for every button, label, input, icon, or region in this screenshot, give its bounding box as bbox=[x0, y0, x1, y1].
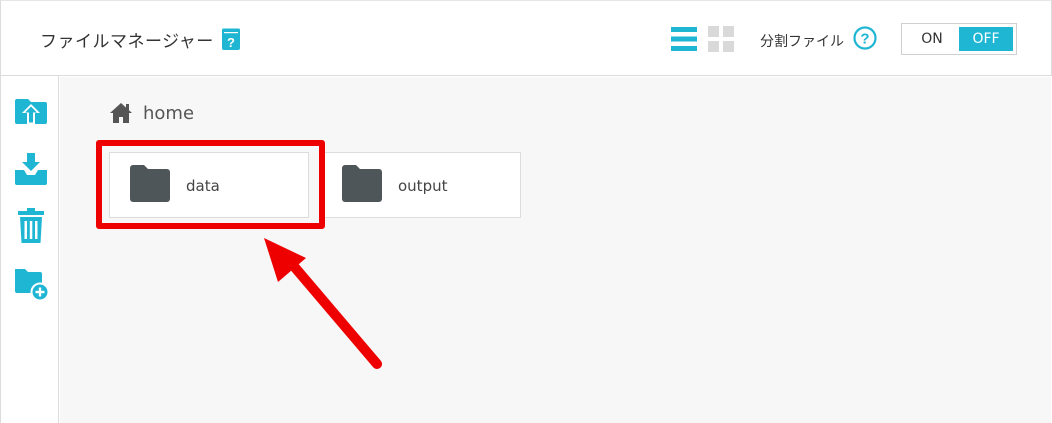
upload-folder-icon[interactable] bbox=[13, 91, 49, 129]
grid-view-icon[interactable] bbox=[708, 26, 734, 52]
header-bar: ファイルマネージャー ? 分割ファイル ? ON OFF bbox=[0, 0, 1052, 76]
folder-name: data bbox=[186, 177, 220, 195]
sidebar-toolbar bbox=[0, 76, 59, 423]
download-tray-icon[interactable] bbox=[13, 150, 49, 188]
svg-text:?: ? bbox=[227, 35, 235, 50]
folder-icon bbox=[342, 165, 382, 202]
svg-text:?: ? bbox=[860, 31, 869, 48]
split-file-toggle[interactable]: ON OFF bbox=[901, 23, 1017, 55]
split-file-label: 分割ファイル bbox=[760, 34, 844, 50]
breadcrumb[interactable]: home bbox=[109, 101, 194, 125]
folder-item-data[interactable]: data bbox=[109, 152, 309, 218]
file-browser-area: home data output bbox=[60, 77, 1051, 423]
folder-name: output bbox=[398, 177, 448, 195]
page-title: ファイルマネージャー bbox=[40, 32, 214, 52]
folder-icon bbox=[130, 165, 170, 202]
file-manager-app: ファイルマネージャー ? 分割ファイル ? ON OFF home data o… bbox=[0, 0, 1052, 423]
help-circle-icon[interactable]: ? bbox=[853, 26, 877, 50]
toggle-on-option[interactable]: ON bbox=[905, 27, 959, 51]
breadcrumb-label: home bbox=[143, 102, 195, 124]
toggle-off-option[interactable]: OFF bbox=[959, 27, 1013, 51]
list-view-icon[interactable] bbox=[671, 26, 697, 52]
new-folder-icon[interactable] bbox=[13, 264, 50, 302]
home-icon bbox=[110, 103, 132, 123]
book-question-icon[interactable]: ? bbox=[221, 28, 241, 51]
trash-icon[interactable] bbox=[13, 207, 49, 245]
folder-item-output[interactable]: output bbox=[321, 152, 521, 218]
